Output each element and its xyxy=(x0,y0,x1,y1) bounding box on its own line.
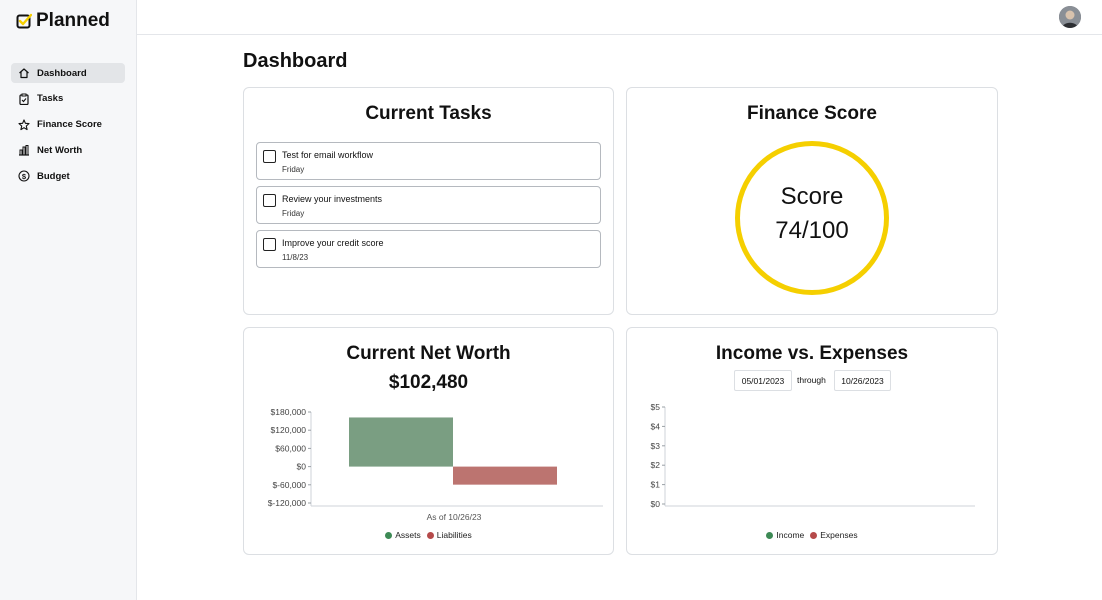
y-tick-label: $0 xyxy=(297,462,307,472)
app-root: Planned Dashboard Tasks Finance Score Ne… xyxy=(0,0,1102,600)
task-date: Friday xyxy=(282,209,305,218)
bar-liabilities xyxy=(453,466,557,485)
svg-text:$: $ xyxy=(22,172,27,181)
y-tick-label: $-120,000 xyxy=(268,498,307,508)
page-title: Dashboard xyxy=(243,50,348,72)
sidebar-nav: Dashboard Tasks Finance Score Net Worth xyxy=(11,63,125,192)
current-tasks-card: Current Tasks Test for email workflow Fr… xyxy=(243,87,614,315)
score-value: 74/100 xyxy=(775,217,849,244)
y-tick-label: $120,000 xyxy=(271,425,307,435)
bar-assets xyxy=(349,417,453,467)
sidebar-item-label: Finance Score xyxy=(37,119,102,131)
y-tick-label: $0 xyxy=(651,499,661,509)
legend-label: Income xyxy=(776,530,805,540)
sidebar-item-dashboard[interactable]: Dashboard xyxy=(11,63,125,83)
star-icon xyxy=(17,118,31,132)
sidebar-item-net-worth[interactable]: Net Worth xyxy=(11,140,125,160)
checkbox-logo-icon xyxy=(16,13,32,29)
y-tick-label: $3 xyxy=(651,441,661,451)
income-expenses-chart: $5 $4 $3 $2 $1 $0 xyxy=(651,402,975,509)
bar-chart-icon xyxy=(17,143,31,157)
legend-label: Expenses xyxy=(820,530,858,540)
x-tick-label: As of 10/26/23 xyxy=(427,512,482,522)
task-date: Friday xyxy=(282,165,305,174)
y-tick-label: $2 xyxy=(651,460,661,470)
sidebar-item-label: Dashboard xyxy=(37,67,87,79)
task-checkbox[interactable] xyxy=(263,194,276,207)
legend-item-expenses[interactable]: Expenses xyxy=(810,530,858,540)
legend-label: Liabilities xyxy=(436,530,472,540)
net-worth-chart: $180,000 $120,000 $60,000 $0 $-60,000 $-120,0… xyxy=(268,407,603,522)
y-tick-label: $5 xyxy=(651,402,661,412)
y-tick-label: $-60,000 xyxy=(272,480,306,490)
legend-item-income[interactable]: Income xyxy=(766,530,804,540)
sidebar-item-label: Budget xyxy=(37,170,70,182)
y-tick-label: $60,000 xyxy=(275,443,306,453)
finance-score-card: Finance Score Score 74/100 xyxy=(626,87,998,315)
sidebar-item-label: Tasks xyxy=(37,93,64,105)
legend-dot xyxy=(426,531,434,539)
task-title: Review your investments xyxy=(282,194,383,204)
legend-dot xyxy=(766,531,774,539)
task-title: Improve your credit score xyxy=(282,238,384,248)
y-tick-label: $180,000 xyxy=(271,407,307,417)
task-item[interactable]: Review your investments Friday xyxy=(256,186,601,224)
task-date: 11/8/23 xyxy=(282,253,309,262)
sidebar-item-tasks[interactable]: Tasks xyxy=(11,89,125,109)
task-checkbox[interactable] xyxy=(263,238,276,251)
legend-dot xyxy=(810,531,818,539)
card-title: Current Tasks xyxy=(365,103,492,124)
legend-item-assets[interactable]: Assets xyxy=(385,530,421,540)
home-icon xyxy=(17,66,31,80)
score-label: Score xyxy=(780,183,844,210)
user-avatar[interactable] xyxy=(1059,6,1081,28)
top-bar xyxy=(137,0,1102,35)
brand-logo[interactable]: Planned xyxy=(16,10,110,32)
brand-name: Planned xyxy=(36,10,110,31)
income-expenses-legend: Income Expenses xyxy=(627,530,997,540)
dollar-circle-icon: $ xyxy=(17,169,31,183)
y-tick-label: $1 xyxy=(651,480,661,490)
y-tick-label: $4 xyxy=(651,421,661,431)
legend-item-liabilities[interactable]: Liabilities xyxy=(426,530,472,540)
task-item[interactable]: Improve your credit score 11/8/23 xyxy=(256,230,601,268)
sidebar-item-finance-score[interactable]: Finance Score xyxy=(11,115,125,135)
legend-label: Assets xyxy=(395,530,421,540)
score-ring: Score 74/100 xyxy=(735,141,889,295)
task-checkbox[interactable] xyxy=(263,150,276,163)
sidebar-item-budget[interactable]: $ Budget xyxy=(11,166,125,186)
task-title: Test for email workflow xyxy=(282,150,374,160)
clipboard-check-icon xyxy=(17,92,31,106)
legend-dot xyxy=(385,531,393,539)
task-item[interactable]: Test for email workflow Friday xyxy=(256,142,601,180)
income-expenses-card: Income vs. Expenses 05/01/2023 through 1… xyxy=(626,327,998,555)
net-worth-legend: Assets Liabilities xyxy=(244,530,613,540)
card-title: Finance Score xyxy=(747,103,877,124)
net-worth-card: Current Net Worth $102,480 $180,000 $120,… xyxy=(243,327,614,555)
sidebar-item-label: Net Worth xyxy=(37,144,83,156)
sidebar: Planned Dashboard Tasks Finance Score Ne… xyxy=(0,0,137,600)
